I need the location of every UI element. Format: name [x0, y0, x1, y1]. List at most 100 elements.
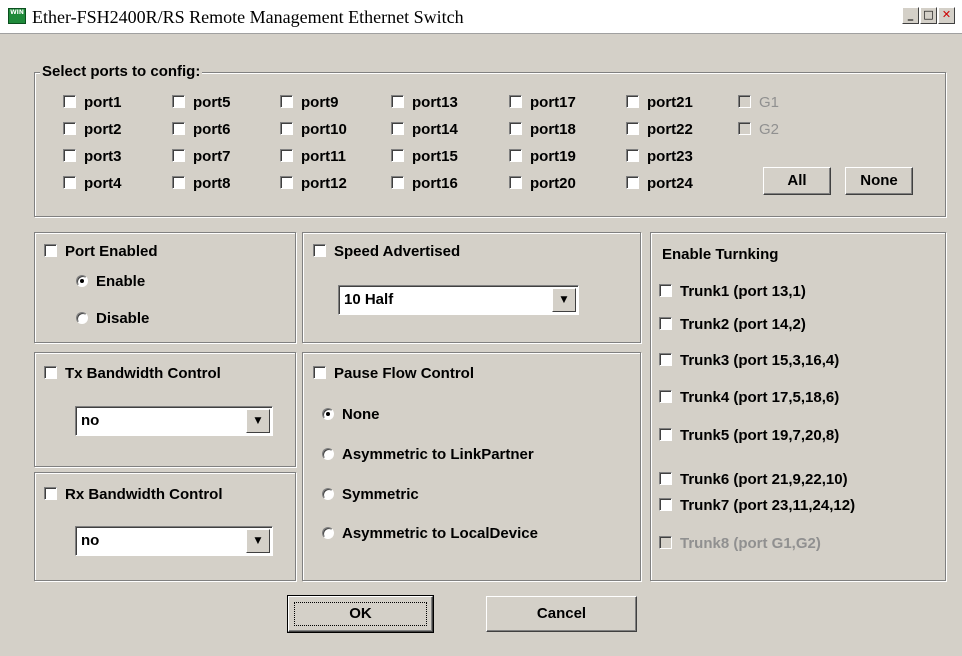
checkbox-icon [391, 176, 404, 189]
port-checkbox-port9[interactable]: port9 [280, 92, 339, 114]
cancel-button[interactable]: Cancel [486, 596, 637, 632]
pause-symmetric-radio[interactable]: Symmetric [322, 486, 419, 503]
minimize-icon[interactable]: _ [902, 7, 919, 24]
port-checkbox-g1[interactable]: G1 [738, 92, 779, 114]
checkbox-icon [391, 122, 404, 135]
close-icon[interactable]: ✕ [938, 7, 955, 24]
checkbox-icon [172, 176, 185, 189]
trunk-checkbox-5[interactable]: Trunk5 (port 19,7,20,8) [659, 427, 839, 444]
port-checkbox-port12[interactable]: port12 [280, 173, 347, 195]
port-checkbox-port11[interactable]: port11 [280, 146, 346, 168]
pause-asym-linkpartner-radio[interactable]: Asymmetric to LinkPartner [322, 446, 534, 463]
speed-advertised-checkbox[interactable]: Speed Advertised [313, 243, 460, 260]
checkbox-icon [63, 122, 76, 135]
port-checkbox-port13[interactable]: port13 [391, 92, 458, 114]
radio-selected-icon [76, 275, 88, 287]
rx-bandwidth-select[interactable]: no ▼ [75, 526, 273, 556]
radio-icon [76, 312, 88, 324]
port-checkbox-port21[interactable]: port21 [626, 92, 693, 114]
ok-button[interactable]: OK [287, 595, 434, 633]
port-checkbox-g2[interactable]: G2 [738, 119, 779, 141]
port-checkbox-port15[interactable]: port15 [391, 146, 458, 168]
checkbox-icon [44, 487, 57, 500]
rx-bandwidth-value: no [81, 532, 100, 549]
port-checkbox-port14[interactable]: port14 [391, 119, 458, 141]
checkbox-icon [44, 244, 57, 257]
port-checkbox-port17[interactable]: port17 [509, 92, 576, 114]
checkbox-icon [391, 149, 404, 162]
chevron-down-icon[interactable]: ▼ [246, 409, 270, 433]
tx-bandwidth-checkbox[interactable]: Tx Bandwidth Control [44, 365, 221, 382]
checkbox-icon [738, 95, 751, 108]
radio-icon [322, 527, 334, 539]
checkbox-icon [280, 95, 293, 108]
port-checkbox-port23[interactable]: port23 [626, 146, 693, 168]
checkbox-icon [63, 95, 76, 108]
checkbox-icon [313, 366, 326, 379]
trunk-checkbox-2[interactable]: Trunk2 (port 14,2) [659, 316, 806, 333]
port-checkbox-port24[interactable]: port24 [626, 173, 693, 195]
trunk-checkbox-1[interactable]: Trunk1 (port 13,1) [659, 283, 806, 300]
trunk-checkbox-6[interactable]: Trunk6 (port 21,9,22,10) [659, 471, 848, 488]
checkbox-icon [659, 428, 672, 441]
window-title: Ether-FSH2400R/RS Remote Management Ethe… [32, 7, 464, 27]
checkbox-icon [509, 176, 522, 189]
trunk-checkbox-7[interactable]: Trunk7 (port 23,11,24,12) [659, 497, 855, 514]
checkbox-icon [280, 149, 293, 162]
checkbox-icon [626, 176, 639, 189]
port-enabled-checkbox[interactable]: Port Enabled [44, 243, 158, 260]
select-ports-group: Select ports to config: [34, 63, 946, 217]
checkbox-icon [738, 122, 751, 135]
trunk-checkbox-4[interactable]: Trunk4 (port 17,5,18,6) [659, 389, 839, 406]
maximize-icon[interactable]: □ [920, 7, 937, 24]
port-checkbox-port19[interactable]: port19 [509, 146, 576, 168]
checkbox-icon [659, 390, 672, 403]
chevron-down-icon[interactable]: ▼ [246, 529, 270, 553]
pause-flow-checkbox[interactable]: Pause Flow Control [313, 365, 474, 382]
checkbox-icon [509, 95, 522, 108]
port-checkbox-port20[interactable]: port20 [509, 173, 576, 195]
checkbox-icon [172, 122, 185, 135]
chevron-down-icon[interactable]: ▼ [552, 288, 576, 312]
port-checkbox-port22[interactable]: port22 [626, 119, 693, 141]
pause-none-radio[interactable]: None [322, 406, 380, 423]
checkbox-icon [659, 536, 672, 549]
enable-radio[interactable]: Enable [76, 273, 145, 290]
port-checkbox-port3[interactable]: port3 [63, 146, 122, 168]
checkbox-icon [280, 122, 293, 135]
radio-icon [322, 448, 334, 460]
checkbox-icon [280, 176, 293, 189]
port-checkbox-port2[interactable]: port2 [63, 119, 122, 141]
checkbox-icon [626, 122, 639, 135]
select-none-button[interactable]: None [845, 167, 913, 195]
port-checkbox-port10[interactable]: port10 [280, 119, 347, 141]
select-all-button[interactable]: All [763, 167, 831, 195]
tx-bandwidth-select[interactable]: no ▼ [75, 406, 273, 436]
port-checkbox-port6[interactable]: port6 [172, 119, 231, 141]
checkbox-icon [659, 472, 672, 485]
trunk-checkbox-8[interactable]: Trunk8 (port G1,G2) [659, 535, 821, 552]
checkbox-icon [63, 149, 76, 162]
port-checkbox-port7[interactable]: port7 [172, 146, 231, 168]
checkbox-icon [659, 353, 672, 366]
port-checkbox-port18[interactable]: port18 [509, 119, 576, 141]
title-bar: WIN Ether-FSH2400R/RS Remote Management … [0, 0, 962, 34]
checkbox-icon [659, 284, 672, 297]
checkbox-icon [509, 122, 522, 135]
tx-bandwidth-value: no [81, 412, 100, 429]
checkbox-icon [313, 244, 326, 257]
checkbox-icon [659, 498, 672, 511]
select-ports-legend: Select ports to config: [40, 63, 203, 80]
speed-select[interactable]: 10 Half ▼ [338, 285, 579, 315]
pause-asym-localdevice-radio[interactable]: Asymmetric to LocalDevice [322, 525, 538, 542]
port-checkbox-port5[interactable]: port5 [172, 92, 231, 114]
port-checkbox-port1[interactable]: port1 [63, 92, 122, 114]
port-checkbox-port8[interactable]: port8 [172, 173, 231, 195]
trunk-checkbox-3[interactable]: Trunk3 (port 15,3,16,4) [659, 352, 839, 369]
port-checkbox-port16[interactable]: port16 [391, 173, 458, 195]
app-icon: WIN [8, 8, 26, 24]
port-checkbox-port4[interactable]: port4 [63, 173, 122, 195]
rx-bandwidth-checkbox[interactable]: Rx Bandwidth Control [44, 486, 223, 503]
disable-radio[interactable]: Disable [76, 310, 149, 327]
checkbox-icon [172, 149, 185, 162]
